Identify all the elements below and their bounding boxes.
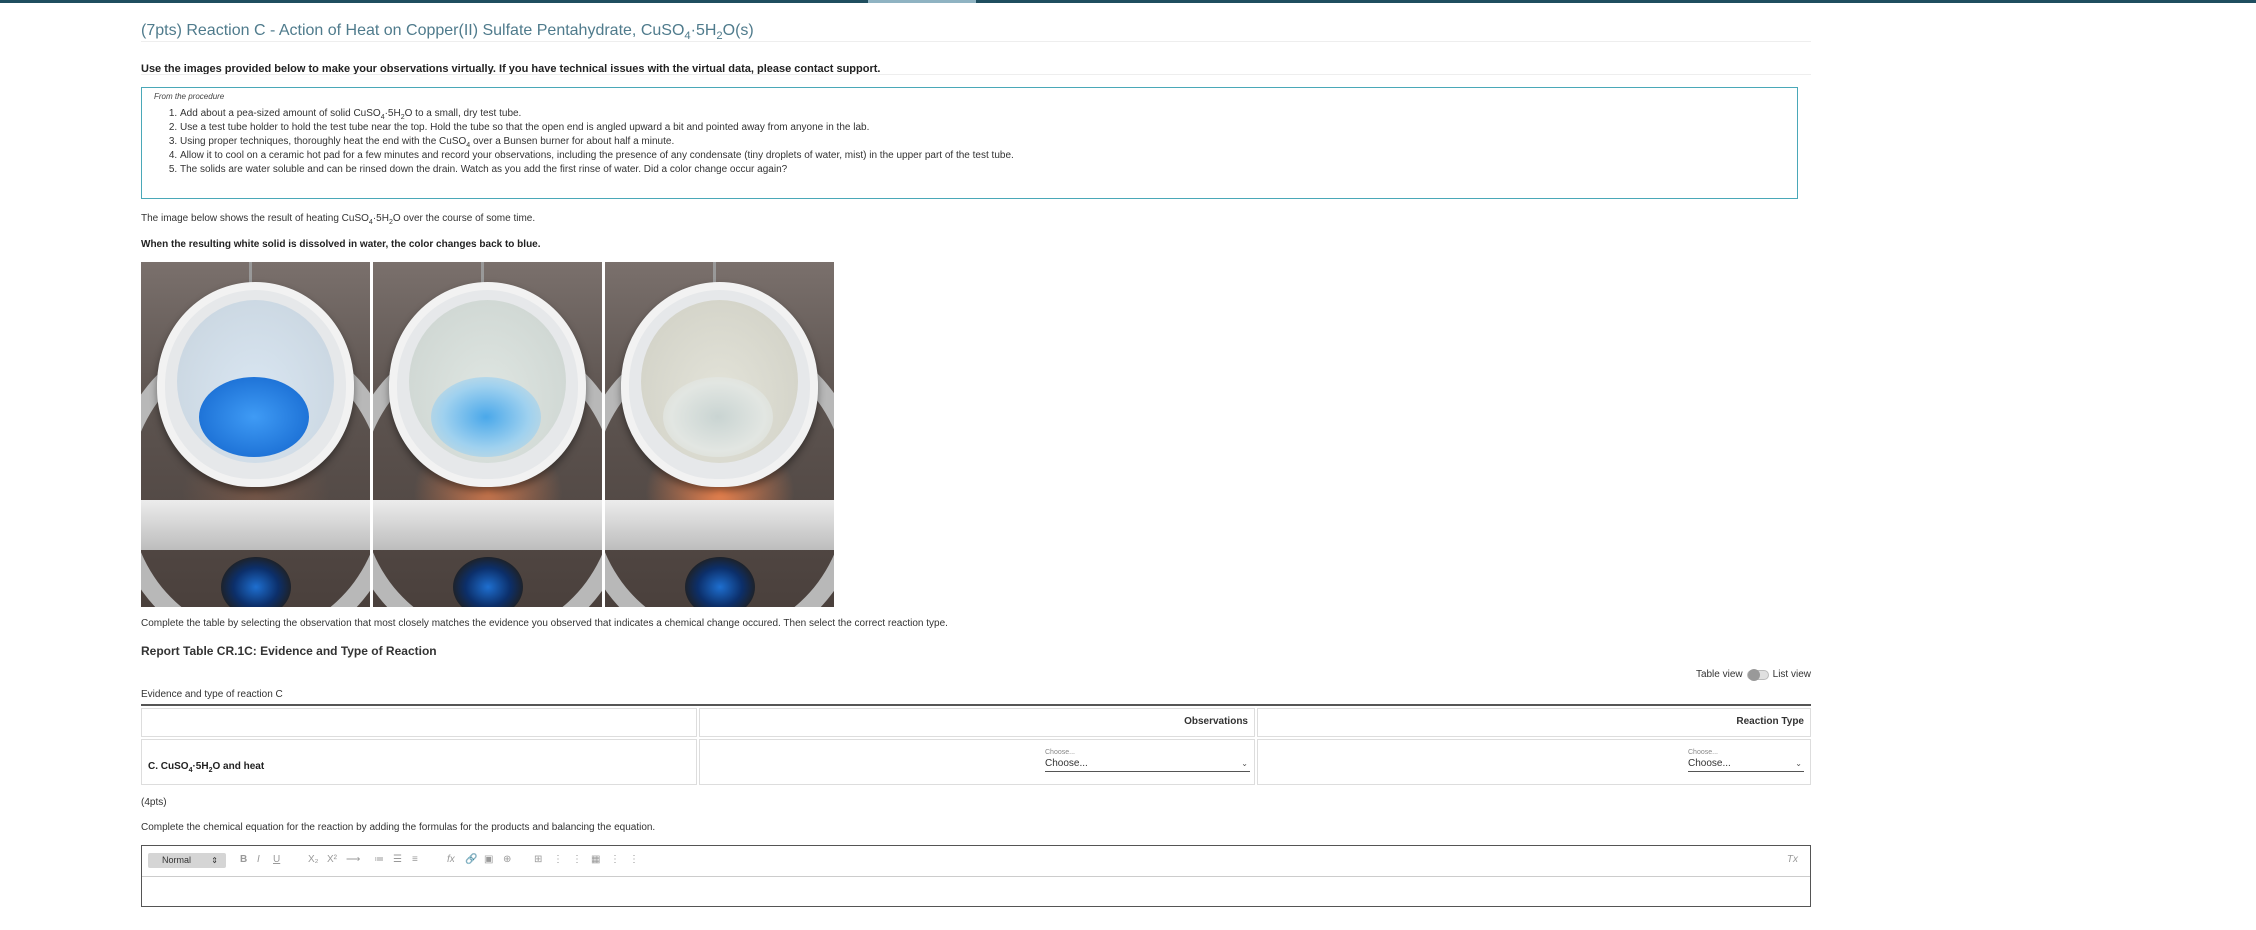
observations-select[interactable]: Choose... Choose... ⌄ xyxy=(1045,749,1250,772)
header-cell-empty xyxy=(141,708,697,737)
equation-instructions: Complete the chemical equation for the r… xyxy=(141,822,656,833)
superscript-icon[interactable]: X² xyxy=(327,854,337,865)
view-toggle[interactable]: Table view List view xyxy=(1695,668,1811,681)
procedure-list: Add about a pea-sized amount of solid Cu… xyxy=(142,107,1014,177)
delete-column-icon[interactable]: ⋮ xyxy=(629,854,639,865)
report-table-title: Report Table CR.1C: Evidence and Type of… xyxy=(141,644,437,658)
chevron-down-icon: ⌄ xyxy=(1241,759,1248,768)
photo-blue-crystals xyxy=(141,262,370,607)
procedure-step: Add about a pea-sized amount of solid Cu… xyxy=(180,107,1014,121)
progress-segment xyxy=(868,0,976,3)
image-icon[interactable]: ▣ xyxy=(484,854,493,865)
subscript-icon[interactable]: X₂ xyxy=(308,854,319,865)
top-progress-bar xyxy=(0,0,2256,3)
insert-column-icon[interactable]: ⋮ xyxy=(572,854,582,865)
procedure-step: The solids are water soluble and can be … xyxy=(180,163,1014,177)
page-title: (7pts) Reaction C - Action of Heat on Co… xyxy=(141,22,754,43)
insert-row-icon[interactable]: ⋮ xyxy=(553,854,563,865)
table-instructions: Complete the table by selecting the obse… xyxy=(141,618,948,629)
photo-partially-heated xyxy=(373,262,602,607)
bold-icon[interactable]: B xyxy=(240,854,247,865)
embed-icon[interactable]: ⊕ xyxy=(503,854,511,865)
format-select[interactable]: Normal ⇕ xyxy=(148,853,226,868)
delete-table-icon[interactable]: ▦ xyxy=(591,854,600,865)
select-value[interactable]: Choose... ⌄ xyxy=(1688,758,1804,772)
procedure-step: Allow it to cool on a ceramic hot pad fo… xyxy=(180,149,1014,163)
select-hint: Choose... xyxy=(1688,749,1718,756)
header-observations: Observations xyxy=(699,708,1255,737)
bullet-list-icon[interactable]: ☰ xyxy=(393,854,402,865)
delete-row-icon[interactable]: ⋮ xyxy=(610,854,620,865)
procedure-label: From the procedure xyxy=(154,92,225,101)
table-caption: Evidence and type of reaction C xyxy=(141,689,283,700)
arrow-icon[interactable]: ⟶ xyxy=(346,854,360,865)
align-icon[interactable]: ≡ xyxy=(412,854,418,865)
select-hint: Choose... xyxy=(1045,749,1075,756)
procedure-box: From the procedure Add about a pea-sized… xyxy=(141,87,1798,199)
view-switch[interactable] xyxy=(1746,668,1769,681)
points-note: (4pts) xyxy=(141,797,167,808)
header-reaction-type: Reaction Type xyxy=(1257,708,1811,737)
switch-knob xyxy=(1747,668,1760,681)
divider xyxy=(141,41,1811,42)
procedure-step: Use a test tube holder to hold the test … xyxy=(180,121,1014,135)
list-view-label: List view xyxy=(1772,669,1811,680)
editor-toolbar: Normal ⇕ B I U X₂ X² ⟶ ≔ ☰ ≡ fx 🔗 ▣ ⊕ ⊞ ⋮… xyxy=(142,846,1810,877)
procedure-step: Using proper techniques, thoroughly heat… xyxy=(180,135,1014,149)
formula-icon[interactable]: fx xyxy=(447,854,455,865)
reaction-type-cell: Choose... Choose... ⌄ xyxy=(1257,739,1811,785)
table-view-label: Table view xyxy=(1695,669,1743,680)
ordered-list-icon[interactable]: ≔ xyxy=(374,854,384,865)
reaction-type-select[interactable]: Choose... Choose... ⌄ xyxy=(1688,749,1804,772)
editor-body[interactable] xyxy=(142,877,1810,906)
underline-icon[interactable]: U xyxy=(273,854,280,865)
photo-white-solid xyxy=(605,262,834,607)
rich-text-editor[interactable]: Normal ⇕ B I U X₂ X² ⟶ ≔ ☰ ≡ fx 🔗 ▣ ⊕ ⊞ ⋮… xyxy=(141,845,1811,907)
divider xyxy=(141,74,1811,75)
dissolve-note: When the resulting white solid is dissol… xyxy=(141,239,541,250)
link-icon[interactable]: 🔗 xyxy=(465,854,477,865)
clear-format-icon[interactable]: Tx xyxy=(1787,854,1798,865)
chevron-down-icon: ⌄ xyxy=(1795,759,1802,768)
image-caption: The image below shows the result of heat… xyxy=(141,213,536,226)
select-value[interactable]: Choose... ⌄ xyxy=(1045,758,1250,772)
row-label: C. CuSO4·5H2O and heat xyxy=(141,739,697,785)
italic-icon[interactable]: I xyxy=(257,854,260,865)
observations-cell: Choose... Choose... ⌄ xyxy=(699,739,1255,785)
evidence-table: Observations Reaction Type C. CuSO4·5H2O… xyxy=(141,704,1811,785)
table-icon[interactable]: ⊞ xyxy=(534,854,542,865)
updown-icon: ⇕ xyxy=(211,856,218,865)
